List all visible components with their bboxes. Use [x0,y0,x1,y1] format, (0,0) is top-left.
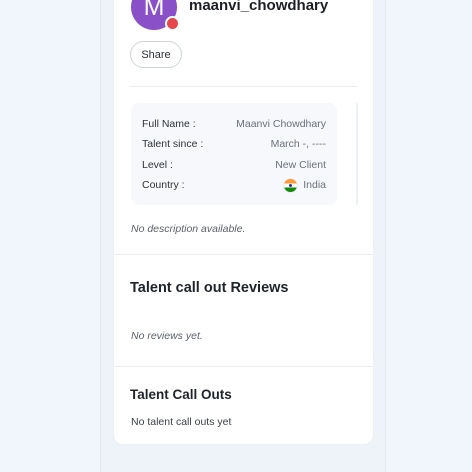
talent-since-value: March -, ---- [271,137,326,151]
india-flag-icon [284,178,298,192]
country-text: India [303,179,326,191]
reviews-title: Talent call out Reviews [130,280,289,296]
profile-details-box: Full Name : Maanvi Chowdhary Talent sinc… [131,103,337,205]
callouts-empty-text: No talent call outs yet [131,416,232,428]
callouts-title: Talent Call Outs [130,387,232,402]
avatar-initial: M [143,0,165,21]
header-divider [130,86,357,87]
country-label: Country : [142,179,185,191]
country-value: India [284,178,326,192]
reviews-divider [114,366,373,367]
full-name-text: Maanvi Chowdhary [236,118,326,130]
share-button[interactable]: Share [130,41,182,68]
description-text: No description available. [131,223,246,235]
level-value: New Client [275,158,326,172]
talent-since-label: Talent since : [142,138,204,150]
full-name-label: Full Name : [142,118,196,130]
details-scroll-edge [356,103,358,205]
reviews-empty-text: No reviews yet. [131,330,203,342]
offline-status-indicator [165,16,180,31]
talent-since-row: Talent since : March -, ---- [142,137,326,151]
username: maanvi_chowdhary [189,0,329,14]
description-divider [114,254,373,255]
full-name-row: Full Name : Maanvi Chowdhary [142,117,326,131]
level-text: New Client [275,159,326,171]
country-row: Country : India [142,178,326,192]
full-name-value: Maanvi Chowdhary [236,117,326,131]
level-label: Level : [142,159,173,171]
level-row: Level : New Client [142,158,326,172]
talent-since-text: March -, ---- [270,138,326,150]
